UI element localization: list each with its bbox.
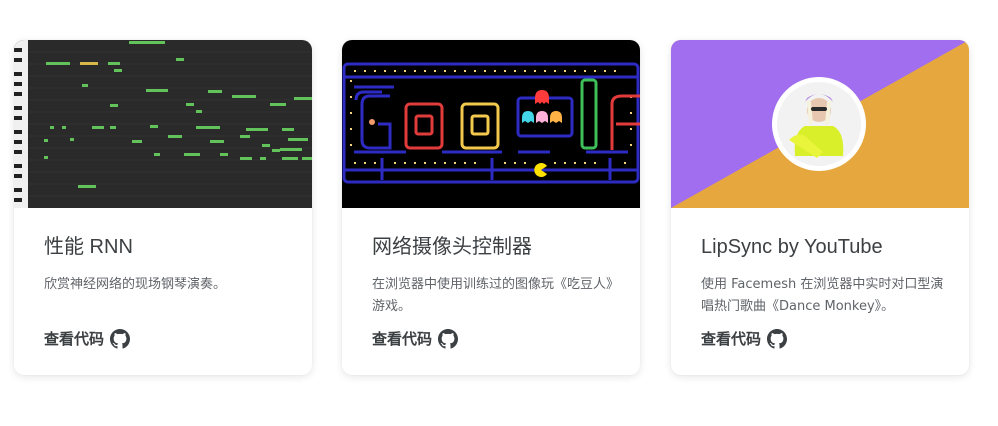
view-code-label: 查看代码 [44,330,105,348]
pacman-thumbnail [342,40,640,208]
view-code-label: 查看代码 [372,330,433,348]
github-icon [767,328,788,349]
card-description: 在浏览器中使用训练过的图像玩《吃豆人》游戏。 [372,277,613,314]
card-title: 网络摄像头控制器 [372,236,532,258]
card-description: 欣赏神经网络的现场钢琴演奏。 [44,277,227,292]
piano-roll-thumbnail [14,40,312,208]
view-code-label: 查看代码 [701,330,762,348]
github-icon [110,328,131,349]
card-performance-rnn[interactable]: 性能 RNN 欣赏神经网络的现场钢琴演奏。 查看代码 [14,40,312,375]
lipsync-thumbnail [671,40,969,208]
view-code-link[interactable]: 查看代码 [372,328,459,349]
card-title: 性能 RNN [44,236,133,258]
card-title: LipSync by YouTube [701,236,883,258]
view-code-link[interactable]: 查看代码 [44,328,131,349]
card-lipsync[interactable]: LipSync by YouTube 使用 Facemesh 在浏览器中实时对口… [671,40,969,375]
view-code-link[interactable]: 查看代码 [701,328,788,349]
piano-keys [14,40,28,208]
card-description: 使用 Facemesh 在浏览器中实时对口型演唱热门歌曲《Dance Monke… [701,277,944,314]
card-webcam-controller[interactable]: 网络摄像头控制器 在浏览器中使用训练过的图像玩《吃豆人》游戏。 查看代码 [342,40,640,375]
github-icon [438,328,459,349]
